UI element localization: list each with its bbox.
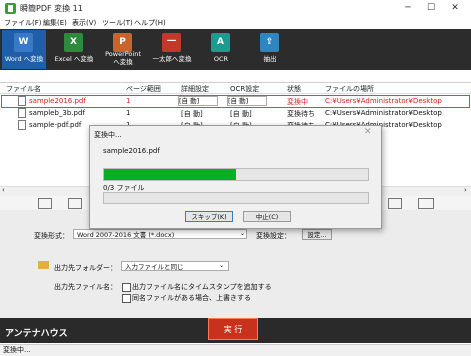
dialog-title: 変換中...: [94, 131, 122, 139]
settings-button[interactable]: 設定...: [302, 229, 332, 240]
ichitaro-convert-label: 一太郎へ変換: [152, 55, 192, 63]
row-detail[interactable]: [自 動]: [181, 109, 203, 119]
dialog-current-file: sample2016.pdf: [103, 147, 160, 155]
chevron-down-icon[interactable]: ⌄: [240, 230, 245, 237]
extract-button[interactable]: ⇪ 抽出: [248, 30, 292, 69]
compare-view-icon[interactable]: [418, 198, 434, 209]
dialog-close-icon[interactable]: ✕: [364, 127, 372, 137]
powerpoint-convert-label: PowerPoint へ変換: [105, 50, 141, 66]
row-filename: sampleb_3b.pdf: [29, 109, 85, 117]
folder-icon: [38, 261, 49, 269]
output-name-label: 出力先ファイル名：: [54, 283, 117, 291]
row-filename: sample2016.pdf: [29, 97, 86, 105]
timestamp-checkbox[interactable]: [122, 283, 131, 292]
menu-edit[interactable]: 編集(E): [43, 18, 67, 28]
menu-help[interactable]: ヘルプ(H): [134, 18, 166, 28]
output-folder-select[interactable]: 入力ファイルと同じ: [121, 261, 229, 271]
thumbnail-view-icon[interactable]: [68, 198, 82, 209]
row-status: 変換中: [287, 98, 308, 106]
file-progress-fill: [104, 169, 236, 180]
overwrite-checkbox[interactable]: [122, 294, 131, 303]
header-divider: [0, 93, 471, 94]
status-text: 変換中...: [3, 346, 31, 354]
scroll-left-icon[interactable]: ‹: [2, 186, 5, 194]
word-convert-label: Word へ変換: [4, 55, 44, 63]
overwrite-label: 同名ファイルがある場合、上書きする: [132, 294, 251, 302]
row-ocr-dropdown[interactable]: [自 動]: [227, 96, 267, 106]
menu-tools[interactable]: ツール(T): [102, 18, 133, 28]
powerpoint-convert-button[interactable]: P PowerPoint へ変換: [101, 30, 145, 69]
scroll-right-icon[interactable]: ›: [464, 186, 467, 194]
row-range: 1: [126, 109, 131, 117]
total-progress-bar: [103, 192, 369, 204]
ocr-label: OCR: [213, 55, 229, 63]
row-ocr[interactable]: [自 動]: [230, 109, 252, 119]
ocr-icon: A: [211, 33, 230, 52]
stop-button[interactable]: 中止(C): [243, 211, 291, 222]
row-path: C:¥Users¥Administrator¥Desktop: [325, 109, 442, 117]
row-detail-dropdown[interactable]: [自 動]: [178, 96, 218, 106]
format-select[interactable]: Word 2007-2016 文書 (*.docx): [73, 229, 247, 239]
pdf-file-icon: [18, 108, 26, 118]
output-folder-label: 出力先フォルダー：: [54, 264, 117, 272]
row-range: 1: [126, 97, 131, 105]
skip-button[interactable]: スキップ(K): [185, 211, 233, 222]
pdf-file-icon: [18, 96, 26, 106]
row-filename: sample-pdf.pdf: [29, 121, 82, 129]
close-button[interactable]: ✕: [444, 1, 466, 15]
pdf-file-icon: [18, 120, 26, 130]
excel-convert-button[interactable]: X Excel へ変換: [52, 30, 96, 69]
extract-icon: ⇪: [260, 33, 279, 52]
format-label: 変換形式：: [34, 232, 69, 240]
row-path: C:¥Users¥Administrator¥Desktop: [325, 97, 442, 105]
excel-convert-label: Excel へ変換: [54, 55, 94, 63]
chevron-down-icon[interactable]: ⌄: [219, 262, 224, 269]
menu-file[interactable]: ファイル(F): [4, 18, 42, 28]
settings-label: 変換設定：: [256, 232, 291, 240]
ichitaro-convert-button[interactable]: 一 一太郎へ変換: [150, 30, 194, 69]
list-view-icon[interactable]: [38, 198, 52, 209]
window-title: 瞬簡PDF 変換 11: [20, 4, 83, 13]
row-status: 変換待ち: [287, 110, 315, 118]
output-folder-value: 入力ファイルと同じ: [125, 263, 184, 271]
antenna-house-logo: アンテナハウス: [5, 329, 68, 339]
run-button[interactable]: 実 行: [208, 318, 258, 340]
menu-bar: [0, 17, 471, 29]
app-icon: [5, 3, 16, 14]
menu-view[interactable]: 表示(V): [72, 18, 96, 28]
status-bar: [0, 344, 471, 356]
ichitaro-icon: 一: [162, 33, 181, 52]
word-convert-button[interactable]: W Word へ変換: [2, 30, 46, 69]
page-view-icon[interactable]: [388, 198, 402, 209]
maximize-button[interactable]: ☐: [420, 1, 442, 15]
word-icon: W: [14, 33, 33, 52]
minimize-button[interactable]: ─: [397, 1, 419, 15]
excel-icon: X: [64, 33, 83, 52]
timestamp-label: 出力ファイル名にタイムスタンプを追加する: [132, 283, 272, 291]
format-value: Word 2007-2016 文書 (*.docx): [77, 231, 175, 239]
extract-label: 抽出: [263, 55, 277, 63]
ocr-button[interactable]: A OCR: [199, 30, 243, 69]
